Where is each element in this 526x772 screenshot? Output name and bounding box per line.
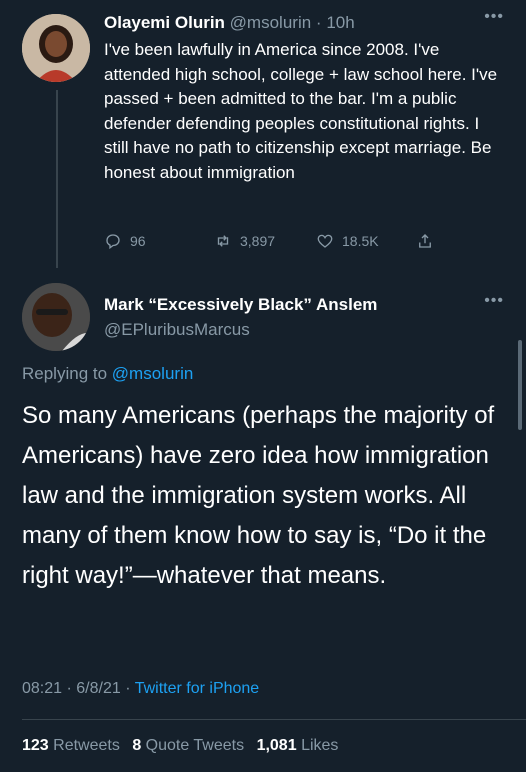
quote-tweets-stat[interactable]: 8 Quote Tweets	[132, 737, 244, 754]
author-name[interactable]: Olayemi Olurin	[104, 13, 225, 32]
avatar-image	[22, 14, 90, 82]
tweet-time[interactable]: 08:21	[22, 680, 62, 697]
tweet-text: I've been lawfully in America since 2008…	[104, 40, 498, 182]
tweet-time[interactable]: 10h	[326, 13, 354, 32]
avatar[interactable]	[22, 14, 90, 82]
author-name[interactable]: Mark “Excessively Black” Anslem	[104, 295, 377, 315]
retweets-stat[interactable]: 123 Retweets	[22, 737, 120, 754]
retweets-label: Retweets	[53, 737, 120, 754]
reply-count: 96	[130, 233, 146, 249]
retweet-button[interactable]: 3,897	[214, 232, 275, 250]
tweet-date[interactable]: 6/8/21	[76, 680, 120, 697]
tweet-text: So many Americans (perhaps the majority …	[22, 402, 495, 589]
tweet-header: Olayemi Olurin @msolurin · 10h	[104, 13, 355, 33]
reply-button[interactable]: 96	[104, 232, 146, 250]
likes-label: Likes	[301, 737, 339, 754]
tweet-meta: 08:21 · 6/8/21 · Twitter for iPhone	[22, 680, 259, 698]
quote-tweets-label: Quote Tweets	[145, 737, 245, 754]
separator-dot: ·	[66, 680, 72, 697]
tweet-source[interactable]: Twitter for iPhone	[135, 680, 260, 697]
replying-to: Replying to @msolurin	[22, 364, 193, 384]
like-count: 18.5K	[342, 233, 379, 249]
author-handle[interactable]: @EPluribusMarcus	[104, 320, 250, 340]
separator-dot: ·	[315, 13, 322, 32]
replying-prefix: Replying to	[22, 364, 108, 383]
author-handle[interactable]: @msolurin	[230, 13, 312, 32]
separator-dot: ·	[125, 680, 131, 697]
avatar-image	[22, 283, 90, 351]
tweet-stats: 123 Retweets 8 Quote Tweets 1,081 Likes	[22, 737, 338, 755]
likes-stat[interactable]: 1,081 Likes	[257, 737, 339, 754]
reply-icon	[106, 234, 120, 250]
retweet-count: 3,897	[240, 233, 276, 249]
retweet-icon	[217, 235, 229, 247]
like-button[interactable]: 18.5K	[316, 232, 379, 250]
thread-connector-line	[56, 90, 58, 268]
retweets-count: 123	[22, 737, 49, 754]
likes-count: 1,081	[256, 737, 297, 754]
scrollbar[interactable]	[518, 340, 522, 430]
replying-to-mention[interactable]: @msolurin	[112, 364, 194, 383]
heart-icon	[317, 234, 333, 248]
more-options-icon[interactable]: •••	[484, 292, 504, 310]
avatar[interactable]	[22, 283, 90, 351]
more-options-icon[interactable]: •••	[484, 8, 504, 26]
share-icon	[419, 234, 431, 248]
divider	[22, 719, 526, 720]
tweet-actions: 96 3,897 18.5K	[104, 232, 444, 254]
quote-tweets-count: 8	[132, 737, 142, 754]
share-button[interactable]	[416, 232, 434, 250]
